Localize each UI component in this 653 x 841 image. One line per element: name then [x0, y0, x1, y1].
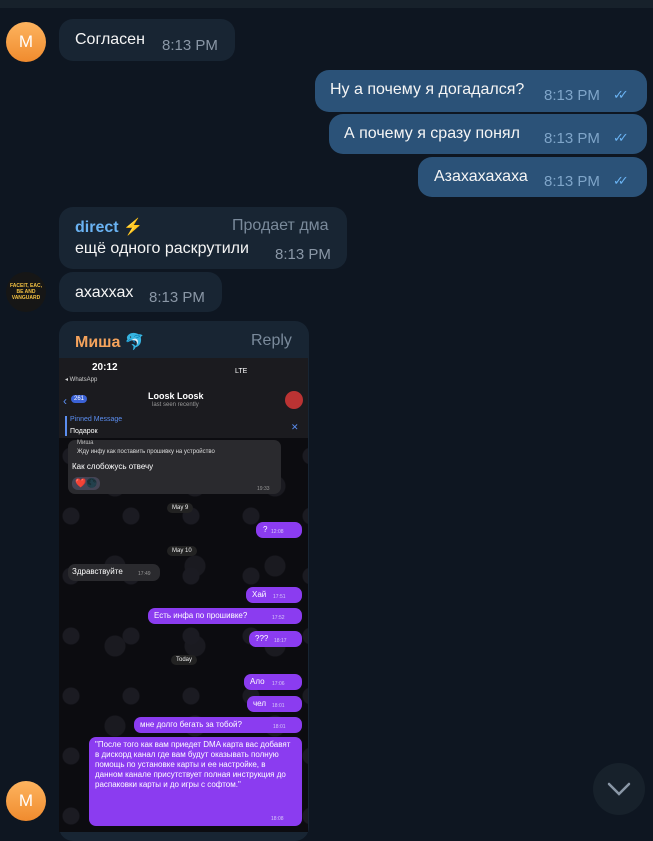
sender-name[interactable]: Миша 🐬	[75, 332, 145, 352]
screenshot-image[interactable]: 20:12 ◂ WhatsApp LTE ‹ 261 Loosk Loosk l…	[59, 358, 308, 832]
message-text: Азахахахаха	[434, 168, 528, 185]
bubble-text: Ало	[250, 677, 265, 686]
read-ticks-icon: ✓✓	[613, 173, 629, 188]
signal-label: LTE	[235, 368, 248, 375]
bubble-time: 17:51	[273, 594, 286, 600]
bubble-text: ?	[263, 525, 268, 534]
pinned-text: Подарок	[70, 428, 98, 435]
contact-avatar	[285, 391, 303, 409]
bubble-time: 18:17	[274, 638, 287, 644]
bubble-time: 17:52	[272, 615, 285, 621]
avatar-letter: M	[18, 791, 34, 810]
chevron-down-icon	[607, 782, 631, 796]
avatar[interactable]: M	[6, 22, 46, 62]
message-text: Ну а почему я догадался?	[330, 81, 525, 98]
close-icon: ✕	[291, 422, 299, 432]
contact-name: Loosk Loosk	[148, 391, 204, 401]
status-clock: 20:12	[92, 362, 118, 373]
scroll-down-button[interactable]	[593, 763, 645, 815]
top-bar	[0, 0, 653, 8]
bubble-time: 17:06	[272, 681, 285, 687]
incoming-message[interactable]: direct ⚡ Продает дма ещё одного раскрути…	[59, 207, 347, 269]
sender-title: Продает дма	[232, 217, 329, 234]
avatar-logo-text: FACEIT, EAC, BE AND VANGUARD	[10, 283, 42, 301]
pinned-bar	[65, 416, 67, 436]
quote-text: Жду инфу как поставить прошивку на устро…	[77, 449, 215, 455]
quote-name: Миша	[77, 440, 94, 446]
bubble-text: Есть инфа по прошивке?	[154, 611, 248, 620]
date-chip: Today	[171, 655, 198, 665]
message-time: 8:13 PM	[162, 37, 218, 54]
message-text: Согласен	[75, 31, 145, 48]
avatar[interactable]: FACEIT, EAC, BE AND VANGUARD	[6, 272, 46, 312]
reactions: ❤️🌑	[72, 477, 101, 490]
outgoing-message[interactable]: А почему я сразу понял 8:13 PM ✓✓	[329, 114, 647, 154]
back-count-badge: 261	[71, 395, 88, 403]
read-ticks-icon: ✓✓	[613, 87, 629, 102]
bubble-text: "После того как вам приедет DMA карта ва…	[95, 740, 291, 789]
sender-name[interactable]: direct ⚡	[75, 217, 143, 237]
bubble-time: 18:01	[272, 703, 285, 709]
message-text: А почему я сразу понял	[344, 125, 520, 142]
message-text: ещё одного раскрутили	[75, 240, 249, 257]
bubble-text: Хай	[252, 590, 267, 599]
outgoing-message[interactable]: Азахахахаха 8:13 PM ✓✓	[418, 157, 647, 197]
date-chip: May 9	[167, 503, 194, 513]
reply-text: Как слобожусь отвечу	[72, 462, 154, 471]
back-icon: ‹	[63, 394, 67, 408]
bubble-text: Здравствуйте	[72, 567, 123, 576]
bubble-time: 17:49	[138, 571, 151, 577]
message-time: 8:13 PM	[275, 246, 331, 263]
bubble-text: ???	[255, 634, 269, 643]
pinned-label: Pinned Message	[70, 416, 123, 423]
bubble-time: 18:01	[273, 724, 286, 730]
date-chip: May 10	[167, 546, 197, 556]
reply-button[interactable]: Reply	[251, 332, 292, 350]
reply-time: 19:33	[257, 486, 270, 492]
bubble-text: чел	[253, 699, 267, 708]
message-time: 8:13 PM	[149, 289, 205, 306]
bubble-time: 12:08	[271, 529, 284, 535]
outgoing-message[interactable]: Ну а почему я догадался? 8:13 PM ✓✓	[315, 70, 647, 112]
message-time: 8:13 PM	[544, 87, 600, 104]
avatar-letter: M	[18, 32, 34, 51]
read-ticks-icon: ✓✓	[613, 130, 629, 145]
message-time: 8:13 PM	[544, 173, 600, 190]
bubble-text: мне долго бегать за тобой?	[140, 720, 242, 729]
bubble-time: 18:08	[271, 816, 284, 822]
message-text: ахаххах	[75, 284, 134, 301]
back-app-label: ◂ WhatsApp	[65, 377, 98, 383]
incoming-message[interactable]: Согласен 8:13 PM	[59, 19, 235, 61]
avatar[interactable]: M	[6, 781, 46, 821]
contact-status: last seen recently	[152, 402, 199, 408]
incoming-message[interactable]: ахаххах 8:13 PM	[59, 272, 222, 312]
message-time: 8:13 PM	[544, 130, 600, 147]
